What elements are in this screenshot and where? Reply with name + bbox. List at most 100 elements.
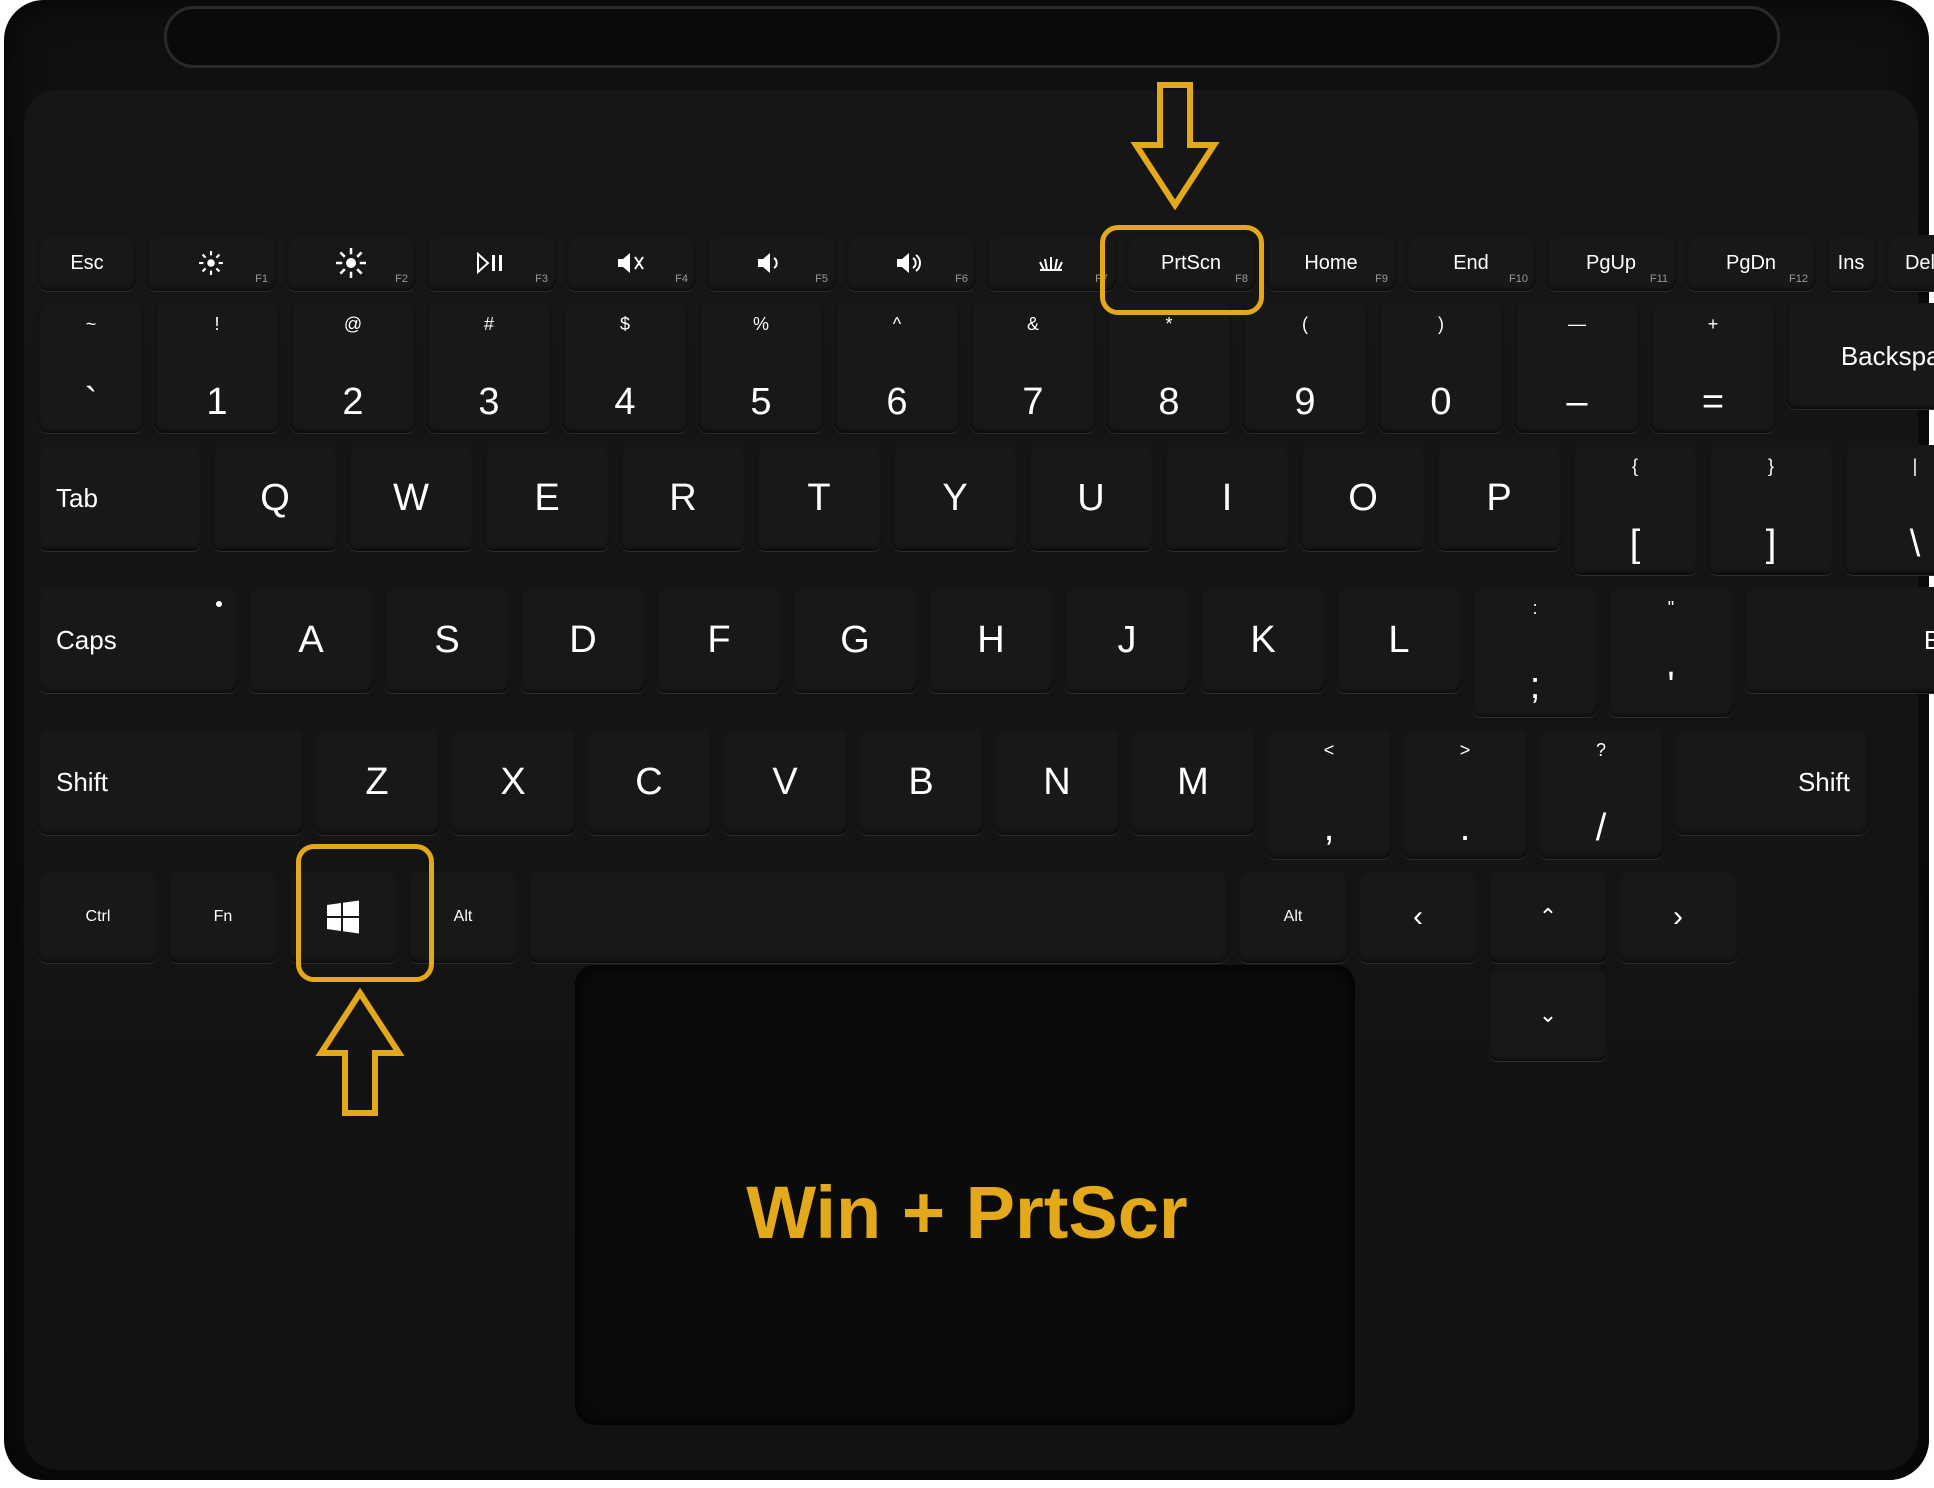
key-z[interactable]: Z <box>314 729 440 835</box>
key-i[interactable]: I <box>1164 445 1290 551</box>
key-f11[interactable]: PgUpF11 <box>1546 235 1676 291</box>
key-f8[interactable]: PrtScnF8 <box>1126 235 1256 291</box>
key-period[interactable]: >. <box>1402 729 1528 859</box>
key-f12[interactable]: PgDnF12 <box>1686 235 1816 291</box>
key-backtick[interactable]: ~` <box>38 303 144 433</box>
key-n[interactable]: N <box>994 729 1120 835</box>
key-4[interactable]: $4 <box>562 303 688 433</box>
key-f2[interactable]: F2 <box>286 235 416 291</box>
key-j[interactable]: J <box>1064 587 1190 693</box>
key-w[interactable]: W <box>348 445 474 551</box>
key-backslash[interactable]: |\ <box>1844 445 1934 575</box>
key-down[interactable]: ⌄ <box>1488 969 1608 1061</box>
key-comma[interactable]: <, <box>1266 729 1392 859</box>
key-equals[interactable]: += <box>1650 303 1776 433</box>
key-rbracket[interactable]: }] <box>1708 445 1834 575</box>
key-8[interactable]: *8 <box>1106 303 1232 433</box>
key-u[interactable]: U <box>1028 445 1154 551</box>
key-b[interactable]: B <box>858 729 984 835</box>
key-l[interactable]: L <box>1336 587 1462 693</box>
key-ins[interactable]: Ins <box>1826 235 1876 291</box>
key-caps[interactable]: Caps <box>38 587 238 693</box>
trackpad[interactable] <box>575 965 1355 1425</box>
key-quote[interactable]: "' <box>1608 587 1734 717</box>
arrow-down-to-prtscn-icon <box>1130 80 1220 210</box>
key-m[interactable]: M <box>1130 729 1256 835</box>
key-rshift[interactable]: Shift <box>1674 729 1868 835</box>
key-f3[interactable]: F3 <box>426 235 556 291</box>
key-k[interactable]: K <box>1200 587 1326 693</box>
key-2[interactable]: @2 <box>290 303 416 433</box>
key-lower-label: [ <box>1630 525 1641 563</box>
key-d[interactable]: D <box>520 587 646 693</box>
key-minus[interactable]: —– <box>1514 303 1640 433</box>
key-fn[interactable]: Fn <box>168 871 278 963</box>
key-f4[interactable]: F4 <box>566 235 696 291</box>
key-upper-label: ? <box>1596 741 1606 759</box>
key-x[interactable]: X <box>450 729 576 835</box>
key-alt[interactable]: Alt <box>408 871 518 963</box>
key-slash[interactable]: ?/ <box>1538 729 1664 859</box>
key-lower-label: 8 <box>1158 383 1179 421</box>
key-h[interactable]: H <box>928 587 1054 693</box>
key-q[interactable]: Q <box>212 445 338 551</box>
key-y[interactable]: Y <box>892 445 1018 551</box>
key-lshift[interactable]: Shift <box>38 729 304 835</box>
key-label: L <box>1388 621 1409 659</box>
key-6[interactable]: ^6 <box>834 303 960 433</box>
key-semicolon[interactable]: :; <box>1472 587 1598 717</box>
key-c[interactable]: C <box>586 729 712 835</box>
key-f7[interactable]: F7 <box>986 235 1116 291</box>
key-0[interactable]: )0 <box>1378 303 1504 433</box>
key-f5[interactable]: F5 <box>706 235 836 291</box>
arrow-up-to-windows-icon <box>315 988 405 1118</box>
key-tab[interactable]: Tab <box>38 445 202 551</box>
key-up[interactable]: ⌃ <box>1488 871 1608 963</box>
key-lower-label: – <box>1566 383 1587 421</box>
key-label: R <box>669 479 696 517</box>
down-arrow-icon: ⌄ <box>1539 1002 1557 1028</box>
key-f[interactable]: F <box>656 587 782 693</box>
key-7[interactable]: &7 <box>970 303 1096 433</box>
key-enter[interactable]: Enter <box>1744 587 1934 693</box>
key-v[interactable]: V <box>722 729 848 835</box>
key-1[interactable]: !1 <box>154 303 280 433</box>
key-ctrl[interactable]: Ctrl <box>38 871 158 963</box>
keyboard-light-icon <box>1034 252 1068 274</box>
key-lbracket[interactable]: {[ <box>1572 445 1698 575</box>
key-g[interactable]: G <box>792 587 918 693</box>
key-upper-label: @ <box>344 315 362 333</box>
key-lower-label: 4 <box>614 383 635 421</box>
key-a[interactable]: A <box>248 587 374 693</box>
key-right[interactable]: › <box>1618 871 1738 963</box>
key-label: Home <box>1304 252 1357 275</box>
key-lower-label: \ <box>1910 525 1921 563</box>
key-f9[interactable]: HomeF9 <box>1266 235 1396 291</box>
key-3[interactable]: #3 <box>426 303 552 433</box>
key-upper-label: ^ <box>893 315 901 333</box>
key-5[interactable]: %5 <box>698 303 824 433</box>
key-del[interactable]: Del <box>1886 235 1934 291</box>
key-upper-label: % <box>753 315 769 333</box>
key-o[interactable]: O <box>1300 445 1426 551</box>
key-upper-label: { <box>1632 457 1638 475</box>
key-f6[interactable]: F6 <box>846 235 976 291</box>
key-win[interactable] <box>288 871 398 963</box>
key-9[interactable]: (9 <box>1242 303 1368 433</box>
key-e[interactable]: E <box>484 445 610 551</box>
key-ralt[interactable]: Alt <box>1238 871 1348 963</box>
key-s[interactable]: S <box>384 587 510 693</box>
key-label: Z <box>365 763 388 801</box>
key-p[interactable]: P <box>1436 445 1562 551</box>
key-label: Q <box>260 479 290 517</box>
key-esc[interactable]: Esc <box>38 235 136 291</box>
key-f1[interactable]: F1 <box>146 235 276 291</box>
key-t[interactable]: T <box>756 445 882 551</box>
key-label: C <box>635 763 662 801</box>
key-space[interactable] <box>528 871 1228 963</box>
key-left[interactable]: ‹ <box>1358 871 1478 963</box>
key-r[interactable]: R <box>620 445 746 551</box>
key-f10[interactable]: EndF10 <box>1406 235 1536 291</box>
key-lower-label: 6 <box>886 383 907 421</box>
key-backspace[interactable]: Backspace <box>1786 303 1934 409</box>
